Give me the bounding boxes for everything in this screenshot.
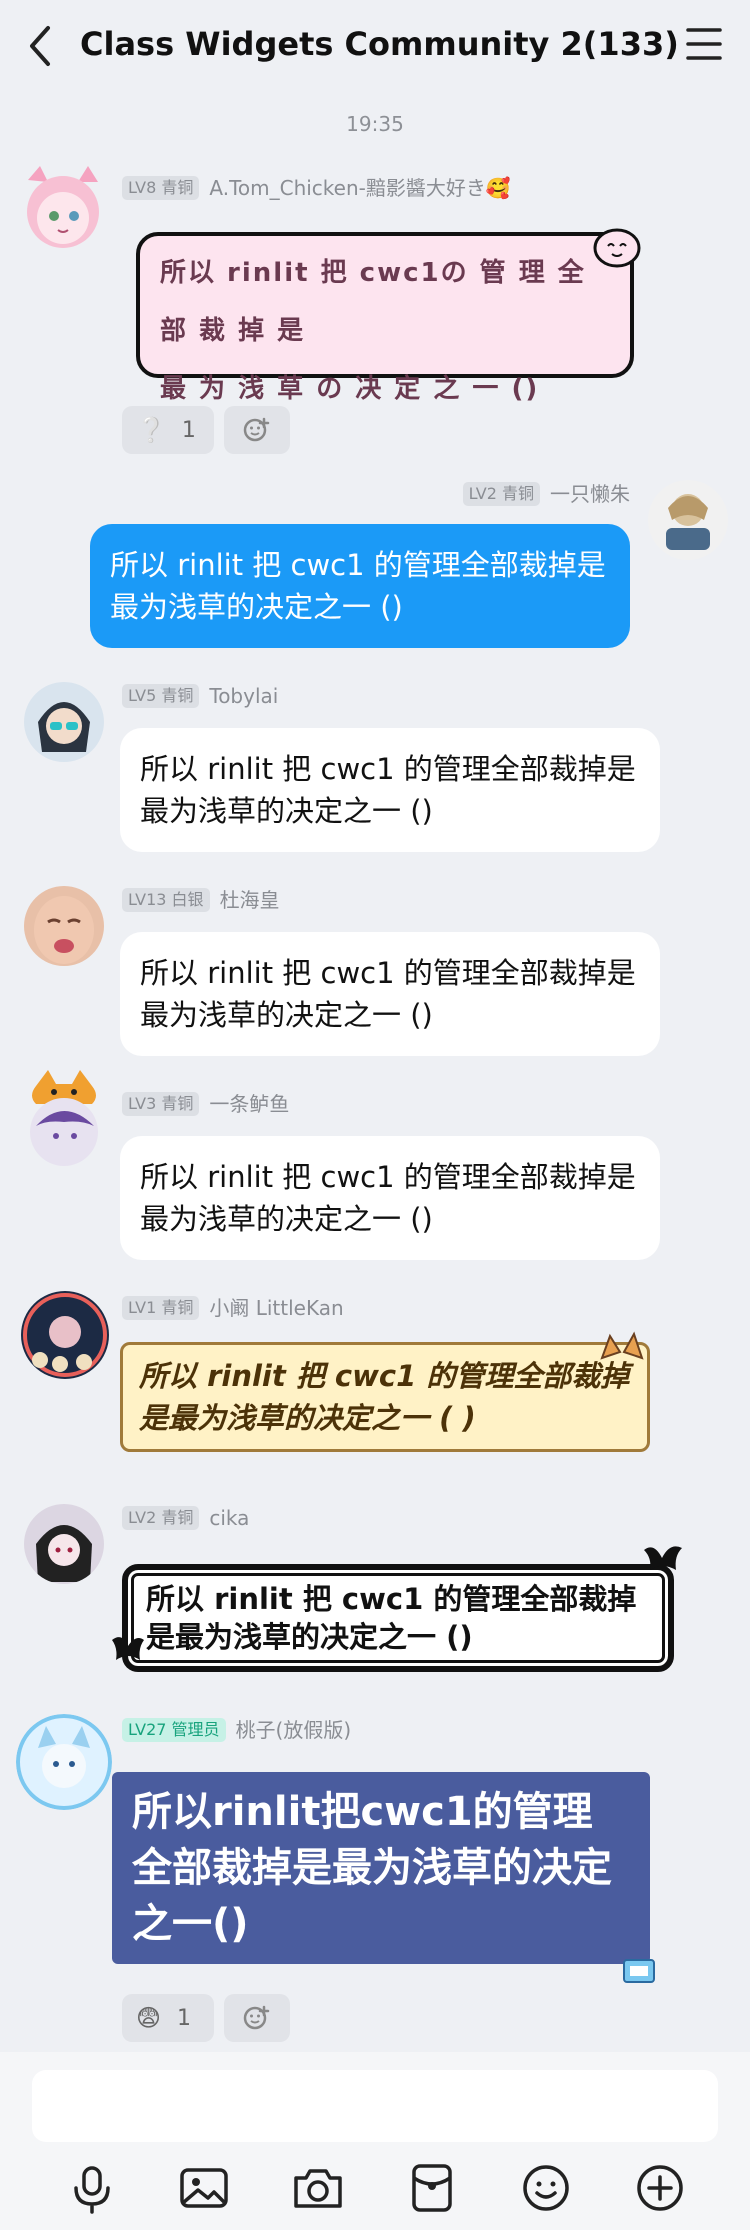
red-packet-icon[interactable] (404, 2160, 460, 2216)
question-mark-icon: ❔ (136, 416, 166, 444)
sender-name: 桃子(放假版) (235, 1718, 352, 1742)
bubble-decoration-icon (593, 228, 641, 268)
message-input[interactable] (32, 2070, 718, 2142)
camera-icon[interactable] (290, 2160, 346, 2216)
avatar[interactable] (24, 1504, 104, 1584)
avatar[interactable] (22, 1066, 102, 1166)
composer-toolbar (0, 2160, 750, 2220)
level-badge: LV1 青铜 (122, 1296, 200, 1320)
sender-name: 一条鲈鱼 (209, 1092, 290, 1116)
level-badge: LV13 白银 (122, 888, 210, 912)
reaction-bar: 😨 1 (122, 1994, 290, 2042)
message-bubble[interactable]: 所以 rinlit 把 cwc1 的管理全部裁掉是最为浅草的决定之一 () (120, 728, 660, 852)
emoji-icon[interactable] (518, 2160, 574, 2216)
reaction-chip[interactable]: ❔ 1 (122, 406, 214, 454)
avatar[interactable] (648, 480, 728, 560)
book-decoration-icon (623, 1959, 655, 1983)
reaction-count: 1 (177, 2005, 192, 2031)
microphone-icon[interactable] (64, 2160, 120, 2216)
message-bubble[interactable]: 所以 rinlit 把 cwc1 的管理全部裁掉是最为浅草的决定之一 () (120, 1136, 660, 1260)
avatar[interactable] (24, 682, 104, 762)
avatar[interactable] (24, 886, 104, 966)
message-bubble[interactable]: 所以 rinlit 把 cwc1 的管理全部裁掉是最为浅草的决定之一 ( ) (120, 1342, 650, 1452)
level-badge: LV2 青铜 (462, 482, 540, 506)
bat-wing-decoration-icon (644, 1546, 682, 1570)
composer-area (0, 2052, 750, 2230)
message-bubble[interactable]: 所以 rinlit 把 cwc1 的管理全部裁掉是最为浅草的决定之一 () (122, 1564, 674, 1672)
avatar[interactable] (20, 1290, 110, 1380)
sender-name: 小阚 LittleKan (209, 1296, 344, 1320)
sender-name: 一只懒朱 (550, 482, 630, 506)
admin-badge: LV27 管理员 (122, 1718, 226, 1742)
bat-wing-decoration-icon (112, 1637, 144, 1660)
plus-icon[interactable] (632, 2160, 688, 2216)
fearful-face-icon: 😨 (136, 2004, 162, 2032)
avatar[interactable] (18, 160, 99, 248)
hamburger-menu-icon[interactable] (684, 26, 724, 62)
sender-name: cika (209, 1506, 250, 1530)
message-bubble[interactable]: 所以 rinlit 把 cwc1 的管理全部裁掉是最为浅草的决定之一 () (120, 932, 660, 1056)
level-badge: LV3 青铜 (122, 1092, 200, 1116)
chevron-left-icon[interactable] (22, 22, 62, 70)
cat-ears-decoration-icon (600, 1331, 644, 1360)
message-timestamp: 19:35 (346, 112, 404, 136)
chat-title: Class Widgets Community 2(133) (80, 25, 679, 63)
message-bubble[interactable]: 所以rinlit把cwc1的管理全部裁掉是最为浅草的决定之一() (112, 1772, 650, 1964)
reaction-chip[interactable]: 😨 1 (122, 1994, 214, 2042)
reaction-count: 1 (181, 417, 196, 443)
level-badge: LV2 青铜 (122, 1506, 200, 1530)
sender-name: 杜海皇 (219, 888, 280, 912)
message-bubble[interactable]: 所以 rinlit 把 cwc1の 管 理 全 部 裁 掉 是 最 为 浅 草 … (136, 232, 634, 404)
avatar[interactable] (16, 1714, 112, 1810)
image-icon[interactable] (176, 2160, 232, 2216)
sender-name: Tobylai (209, 684, 279, 708)
sender-name: A.Tom_Chicken-黯影醬大好き🥰 (209, 176, 511, 200)
level-badge: LV5 青铜 (122, 684, 200, 708)
add-reaction-icon[interactable] (224, 1994, 290, 2042)
message-text-line: 所以 rinlit 把 cwc1の 管 理 全 部 裁 掉 是 (160, 258, 586, 346)
add-reaction-icon[interactable] (224, 406, 290, 454)
reaction-bar: ❔ 1 (122, 406, 290, 454)
level-badge: LV8 青铜 (122, 176, 200, 200)
header-bar: Class Widgets Community 2(133) (0, 0, 750, 90)
message-bubble[interactable]: 所以 rinlit 把 cwc1 的管理全部裁掉是最为浅草的决定之一 () (90, 524, 630, 648)
